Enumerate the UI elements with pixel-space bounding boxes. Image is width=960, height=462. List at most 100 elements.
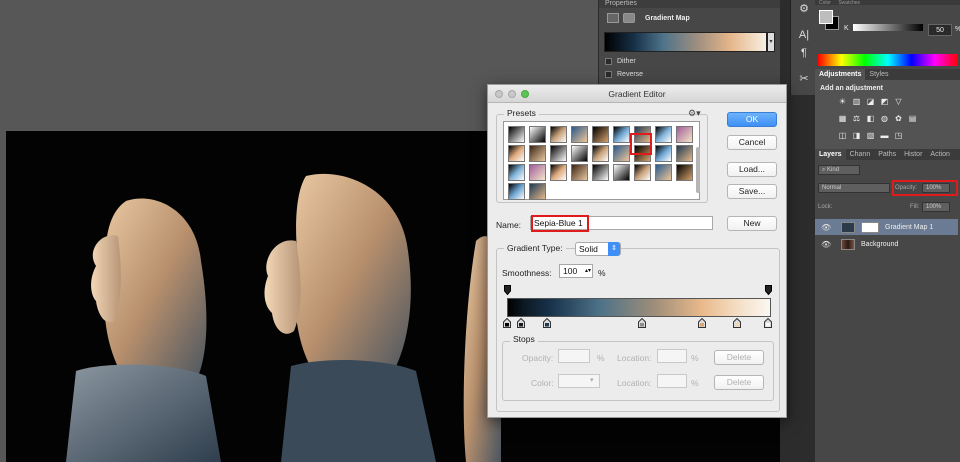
color-stop[interactable] xyxy=(698,318,706,328)
presets-scrollbar[interactable] xyxy=(696,147,700,193)
preset-swatch[interactable] xyxy=(529,145,546,162)
tab-swatches[interactable]: Swatches xyxy=(838,0,860,6)
preset-swatch[interactable] xyxy=(529,126,546,143)
color-stop[interactable] xyxy=(503,318,511,328)
preset-swatch[interactable] xyxy=(676,126,693,143)
new-button[interactable]: New xyxy=(727,216,777,231)
stop-opacity-location-input[interactable] xyxy=(657,349,687,363)
adjustment-layer-icon[interactable] xyxy=(607,13,619,23)
gradient-bar[interactable] xyxy=(507,298,771,317)
preset-swatch[interactable] xyxy=(571,126,588,143)
preset-swatch[interactable] xyxy=(508,164,525,181)
visibility-eye-icon[interactable]: 👁 xyxy=(821,223,831,232)
presets-gear-icon[interactable]: ⚙▾ xyxy=(688,108,701,119)
properties-panel-icon[interactable]: ⚙ xyxy=(796,2,812,16)
color-stop[interactable] xyxy=(638,318,646,328)
preset-swatch[interactable] xyxy=(676,145,693,162)
threshold-icon[interactable]: ▧ xyxy=(865,131,876,141)
color-stop[interactable] xyxy=(543,318,551,328)
visibility-eye-icon[interactable]: 👁 xyxy=(821,240,831,249)
tab-actions[interactable]: Action xyxy=(926,149,953,160)
mask-thumbnail[interactable] xyxy=(861,221,879,233)
vibrance-icon[interactable]: ▽ xyxy=(893,97,904,107)
preset-swatch[interactable] xyxy=(592,164,609,181)
layer-row-background[interactable]: 👁 Background xyxy=(815,236,958,252)
zoom-window-icon[interactable] xyxy=(521,90,529,98)
gradient-preview[interactable] xyxy=(604,32,767,52)
tab-paths[interactable]: Paths xyxy=(874,149,900,160)
stop-color-location-input[interactable] xyxy=(657,374,687,388)
preset-swatch[interactable] xyxy=(529,164,546,181)
invert-icon[interactable]: ◫ xyxy=(837,131,848,141)
dialog-titlebar[interactable]: Gradient Editor xyxy=(488,85,786,103)
minimize-window-icon[interactable] xyxy=(508,90,516,98)
selective-color-icon[interactable]: ◳ xyxy=(893,131,904,141)
tab-styles[interactable]: Styles xyxy=(865,69,892,80)
black-white-icon[interactable]: ◧ xyxy=(865,114,876,124)
preset-swatch[interactable] xyxy=(592,145,609,162)
fill-input[interactable]: 100% xyxy=(922,202,950,212)
preset-swatch[interactable] xyxy=(550,126,567,143)
preset-swatch[interactable] xyxy=(571,164,588,181)
filter-kind-select[interactable]: ⌕ Kind xyxy=(818,165,860,175)
color-stop[interactable] xyxy=(764,318,772,328)
stop-opacity-input[interactable] xyxy=(558,349,590,363)
gradient-type-select[interactable]: Solid ⇕ xyxy=(575,242,621,256)
tab-color[interactable]: Color xyxy=(819,0,831,6)
presets-grid[interactable] xyxy=(503,121,700,200)
brightness-icon[interactable]: ☀ xyxy=(837,97,848,107)
color-stop[interactable] xyxy=(517,318,525,328)
photo-filter-icon[interactable]: ◍ xyxy=(879,114,890,124)
save-button[interactable]: Save... xyxy=(727,184,777,199)
mask-icon[interactable] xyxy=(623,13,635,23)
k-channel-slider[interactable] xyxy=(853,24,923,31)
preset-swatch[interactable] xyxy=(655,145,672,162)
smoothness-input[interactable]: 100 ▴▾ xyxy=(559,264,593,278)
ok-button[interactable]: OK xyxy=(727,112,777,127)
gradient-dropdown-arrow[interactable]: ▾ xyxy=(767,32,775,52)
color-balance-icon[interactable]: ⚖ xyxy=(851,114,862,124)
color-lookup-icon[interactable]: ▤ xyxy=(907,114,918,124)
cancel-button[interactable]: Cancel xyxy=(727,135,777,150)
character-panel-icon[interactable]: A| xyxy=(796,28,812,42)
gradient-map-icon[interactable]: ▬ xyxy=(879,131,890,141)
k-channel-input[interactable]: 50 xyxy=(928,24,952,36)
color-spectrum-ramp[interactable] xyxy=(818,54,958,66)
preset-swatch[interactable] xyxy=(676,164,693,181)
opacity-stop-right[interactable] xyxy=(765,285,772,295)
preset-swatch[interactable] xyxy=(655,126,672,143)
delete-opacity-stop-button[interactable]: Delete xyxy=(714,350,764,365)
preset-swatch[interactable] xyxy=(571,145,588,162)
load-button[interactable]: Load... xyxy=(727,162,777,177)
exposure-icon[interactable]: ◩ xyxy=(879,97,890,107)
opacity-stop-left[interactable] xyxy=(504,285,511,295)
close-window-icon[interactable] xyxy=(495,90,503,98)
delete-color-stop-button[interactable]: Delete xyxy=(714,375,764,390)
preset-swatch[interactable] xyxy=(508,183,525,200)
foreground-color-swatch[interactable] xyxy=(819,10,833,24)
color-stop[interactable] xyxy=(733,318,741,328)
preset-swatch[interactable] xyxy=(550,164,567,181)
preset-swatch[interactable] xyxy=(592,126,609,143)
tools-panel-icon[interactable]: ✂ xyxy=(796,72,812,86)
layer-row-gradient-map[interactable]: 👁 Gradient Map 1 xyxy=(815,219,958,235)
posterize-icon[interactable]: ◨ xyxy=(851,131,862,141)
dither-checkbox[interactable] xyxy=(605,58,612,65)
preset-swatch[interactable] xyxy=(655,164,672,181)
paragraph-panel-icon[interactable]: ¶ xyxy=(796,46,812,60)
preset-swatch[interactable] xyxy=(550,145,567,162)
tab-adjustments[interactable]: Adjustments xyxy=(815,69,866,80)
tab-channels[interactable]: Chann xyxy=(846,149,875,160)
channel-mixer-icon[interactable]: ✿ xyxy=(893,114,904,124)
preset-swatch[interactable] xyxy=(613,126,630,143)
reverse-checkbox[interactable] xyxy=(605,71,612,78)
preset-swatch[interactable] xyxy=(613,164,630,181)
preset-swatch[interactable] xyxy=(529,183,546,200)
preset-swatch[interactable] xyxy=(634,164,651,181)
preset-swatch[interactable] xyxy=(613,145,630,162)
levels-icon[interactable]: ▥ xyxy=(851,97,862,107)
smoothness-stepper-icon[interactable]: ▴▾ xyxy=(585,265,591,277)
stop-color-picker[interactable]: ▾ xyxy=(558,374,600,388)
curves-icon[interactable]: ◪ xyxy=(865,97,876,107)
tab-layers[interactable]: Layers xyxy=(815,149,846,160)
